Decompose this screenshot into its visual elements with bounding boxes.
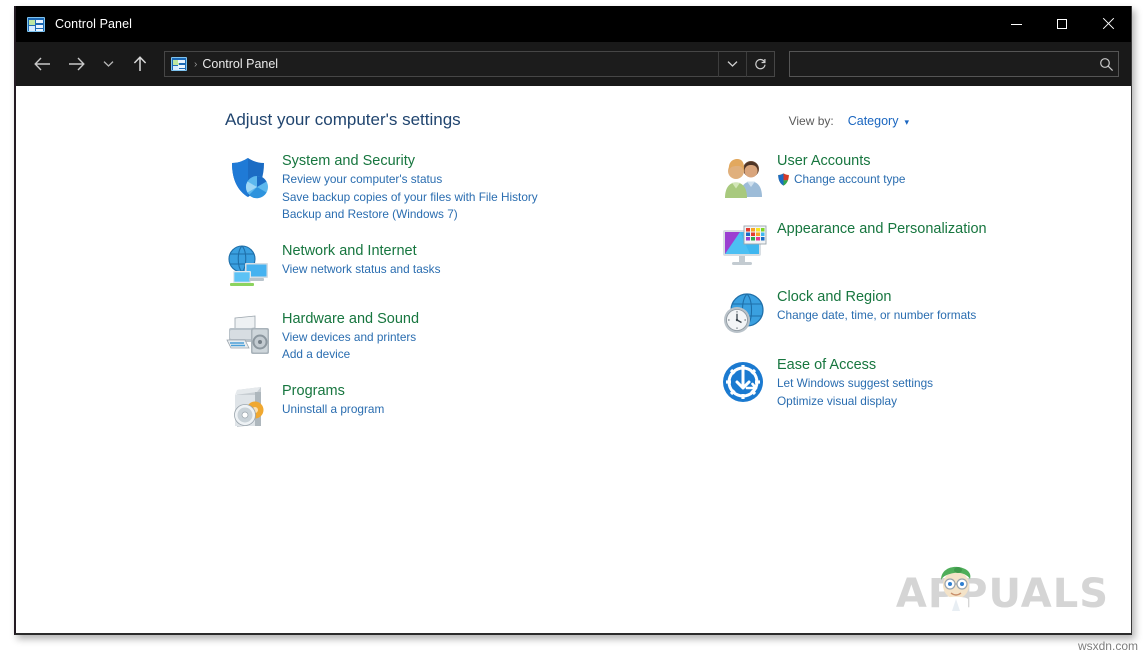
- back-arrow-icon: [33, 57, 50, 71]
- appuals-watermark: APPUALS: [895, 566, 1109, 617]
- navigation-bar: › Control Panel: [16, 42, 1131, 86]
- category-link[interactable]: View devices and printers: [282, 329, 419, 347]
- address-dropdown-button[interactable]: [718, 51, 746, 77]
- breadcrumb-separator: ›: [194, 58, 198, 70]
- category-network-and-internet: Network and Internet View network status…: [225, 242, 575, 292]
- category-title[interactable]: System and Security: [282, 152, 538, 171]
- refresh-button[interactable]: [746, 51, 774, 77]
- minimize-button[interactable]: [993, 6, 1039, 42]
- page-title: Adjust your computer's settings: [225, 110, 461, 129]
- window-controls: [993, 6, 1131, 42]
- category-link[interactable]: Change date, time, or number formats: [777, 307, 976, 325]
- category-link-label: Change account type: [794, 172, 906, 186]
- recent-locations-button[interactable]: [94, 50, 122, 78]
- left-column: System and Security Review your computer…: [225, 152, 575, 450]
- category-body: System and Security Review your computer…: [282, 152, 538, 224]
- watermark-text: APPUALS: [895, 571, 1109, 617]
- search-box[interactable]: [789, 51, 1119, 77]
- user-accounts-people-icon: [720, 154, 768, 202]
- category-link[interactable]: View network status and tasks: [282, 261, 440, 279]
- right-column: User Accounts Change account type Appear…: [720, 152, 1070, 450]
- category-columns: System and Security Review your computer…: [225, 152, 1111, 450]
- content-area: Adjust your computer's settings View by:…: [16, 86, 1131, 633]
- category-user-accounts: User Accounts Change account type: [720, 152, 1070, 202]
- category-body: Network and Internet View network status…: [282, 242, 440, 292]
- category-body: User Accounts Change account type: [777, 152, 906, 202]
- category-link[interactable]: Save backup copies of your files with Fi…: [282, 189, 538, 207]
- category-link-with-shield[interactable]: Change account type: [777, 171, 906, 189]
- category-ease-of-access: Ease of Access Let Windows suggest setti…: [720, 356, 1070, 410]
- up-arrow-icon: [133, 56, 147, 71]
- clock-globe-icon: [720, 290, 768, 338]
- category-title[interactable]: Appearance and Personalization: [777, 220, 987, 239]
- category-body: Ease of Access Let Windows suggest setti…: [777, 356, 933, 410]
- address-bar[interactable]: › Control Panel: [164, 51, 775, 77]
- close-icon: [1102, 18, 1114, 30]
- search-input[interactable]: [790, 56, 1094, 72]
- program-box-cd-icon: [225, 384, 273, 432]
- maximize-button[interactable]: [1039, 6, 1085, 42]
- category-body: Programs Uninstall a program: [282, 382, 384, 432]
- category-title[interactable]: User Accounts: [777, 152, 906, 171]
- category-clock-and-region: Clock and Region Change date, time, or n…: [720, 288, 1070, 338]
- up-button[interactable]: [126, 50, 154, 78]
- close-button[interactable]: [1085, 6, 1131, 42]
- category-link[interactable]: Uninstall a program: [282, 401, 384, 419]
- control-panel-icon: [27, 16, 45, 32]
- category-programs: Programs Uninstall a program: [225, 382, 575, 432]
- view-by-control: View by: Category ▾: [789, 114, 909, 128]
- category-title[interactable]: Clock and Region: [777, 288, 976, 307]
- category-link[interactable]: Optimize visual display: [777, 393, 933, 411]
- breadcrumb[interactable]: Control Panel: [202, 57, 278, 71]
- refresh-icon: [755, 58, 766, 69]
- category-title[interactable]: Network and Internet: [282, 242, 440, 261]
- security-shield-icon: [225, 154, 273, 202]
- maximize-icon: [1057, 19, 1067, 29]
- category-link[interactable]: Add a device: [282, 346, 419, 364]
- minimize-icon: [1010, 23, 1022, 25]
- back-button[interactable]: [28, 50, 56, 78]
- category-title[interactable]: Hardware and Sound: [282, 310, 419, 329]
- title-bar: Control Panel: [16, 6, 1131, 42]
- chevron-down-icon: [727, 61, 738, 67]
- category-hardware-and-sound: Hardware and Sound View devices and prin…: [225, 310, 575, 364]
- source-watermark: wsxdn.com: [1077, 639, 1138, 653]
- ease-of-access-icon: [720, 358, 768, 406]
- forward-button[interactable]: [62, 50, 90, 78]
- forward-arrow-icon: [68, 57, 85, 71]
- screenshot-root: Control Panel › Control Panel Adjust you…: [0, 0, 1146, 655]
- search-icon[interactable]: [1094, 52, 1118, 76]
- control-panel-window: Control Panel › Control Panel Adjust you…: [14, 6, 1132, 635]
- monitor-palette-icon: [720, 222, 768, 270]
- category-body: Hardware and Sound View devices and prin…: [282, 310, 419, 364]
- control-panel-icon: [171, 57, 187, 71]
- view-by-value[interactable]: Category: [848, 114, 899, 128]
- chevron-down-icon[interactable]: ▾: [904, 117, 909, 128]
- category-title[interactable]: Programs: [282, 382, 384, 401]
- category-appearance-and-personalization: Appearance and Personalization: [720, 220, 1070, 270]
- category-body: Appearance and Personalization: [777, 220, 987, 270]
- view-by-label: View by:: [788, 114, 834, 128]
- category-link[interactable]: Backup and Restore (Windows 7): [282, 206, 538, 224]
- network-globe-icon: [225, 244, 273, 292]
- window-title: Control Panel: [55, 17, 133, 31]
- printer-speaker-icon: [225, 312, 273, 360]
- category-title[interactable]: Ease of Access: [777, 356, 933, 375]
- category-link[interactable]: Let Windows suggest settings: [777, 375, 933, 393]
- category-link[interactable]: Review your computer's status: [282, 171, 538, 189]
- appuals-mascot-icon: [934, 563, 978, 611]
- chevron-down-icon: [103, 61, 113, 67]
- category-system-and-security: System and Security Review your computer…: [225, 152, 575, 224]
- uac-shield-icon: [777, 173, 790, 186]
- category-body: Clock and Region Change date, time, or n…: [777, 288, 976, 338]
